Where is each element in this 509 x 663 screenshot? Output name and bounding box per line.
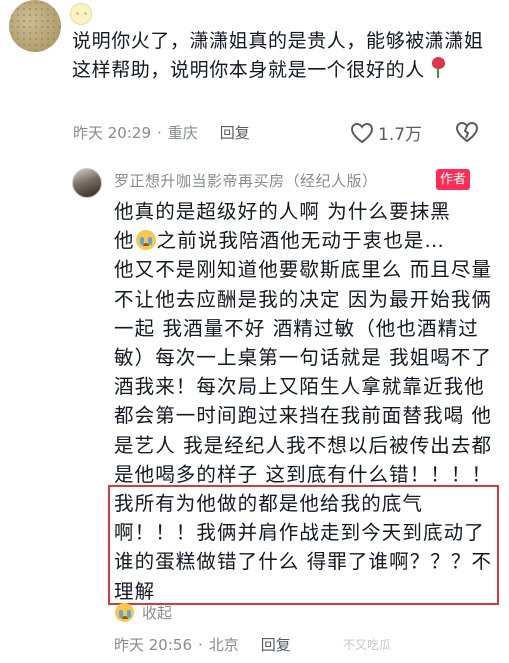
- meta-separator: ·: [157, 123, 162, 142]
- highlight-box: [108, 485, 499, 605]
- author-badge: 作者: [436, 169, 471, 190]
- crying-face-icon: [135, 230, 156, 251]
- heart-outline-icon[interactable]: [350, 122, 374, 144]
- reply-button[interactable]: 回复: [261, 634, 291, 655]
- commenter-avatar[interactable]: [9, 0, 61, 52]
- like-button[interactable]: 1.7万: [350, 120, 422, 145]
- reply-meta: 昨天 20:56 · 北京 回复: [114, 634, 291, 655]
- collapse-label[interactable]: 收起: [142, 602, 172, 623]
- dislike-button[interactable]: [455, 121, 479, 143]
- reply-time: 昨天 20:56: [114, 636, 192, 654]
- comment-location: 重庆: [167, 124, 198, 142]
- smiley-icon: [70, 3, 92, 25]
- collapse-button[interactable]: 收起: [114, 602, 172, 623]
- comment-time: 昨天 20:29: [73, 124, 151, 142]
- reply-button[interactable]: 回复: [220, 122, 250, 143]
- comment-text: 说明你火了，潇潇姐真的是贵人，能够被潇潇姐这样帮助，说明你本身就是一个很好的人: [72, 30, 484, 81]
- watermark: 不又吃瓜: [343, 638, 392, 652]
- author-name[interactable]: 罗正想升咖当影帝再买房（经纪人版）: [114, 170, 378, 191]
- crying-face-icon: [115, 603, 134, 622]
- meta-separator: ·: [198, 635, 203, 654]
- broken-heart-icon[interactable]: [455, 121, 479, 143]
- reply-location: 北京: [208, 636, 239, 654]
- comment-meta: 昨天 20:29 · 重庆 回复: [73, 122, 250, 143]
- author-avatar[interactable]: [72, 168, 102, 198]
- like-count: 1.7万: [378, 125, 423, 145]
- rose-icon: [429, 57, 447, 79]
